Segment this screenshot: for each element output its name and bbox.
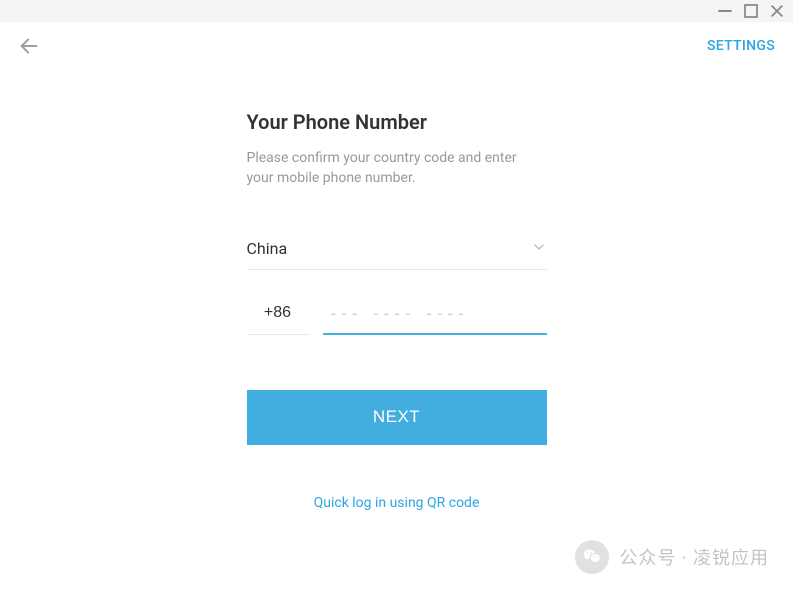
phone-row [247,304,547,335]
page-title: Your Phone Number [247,110,547,134]
next-button[interactable]: NEXT [247,390,547,445]
chevron-down-icon [531,239,547,259]
page-description: Please confirm your country code and ent… [247,148,547,189]
settings-link[interactable]: SETTINGS [707,38,775,54]
login-form: Your Phone Number Please confirm your co… [247,110,547,511]
country-code-input[interactable] [247,304,309,335]
country-name-label: China [247,239,288,258]
qr-login-link[interactable]: Quick log in using QR code [247,495,547,511]
app-header: SETTINGS [0,22,793,70]
back-button[interactable] [18,35,40,57]
maximize-button[interactable] [743,3,759,19]
country-selector[interactable]: China [247,239,547,270]
phone-number-input[interactable] [323,304,547,335]
close-button[interactable] [769,3,785,19]
wechat-icon [575,540,609,574]
window-titlebar [0,0,793,22]
watermark: 公众号 · 凌锐应用 [575,540,769,574]
minimize-button[interactable] [717,3,733,19]
watermark-text: 公众号 · 凌锐应用 [619,544,769,570]
